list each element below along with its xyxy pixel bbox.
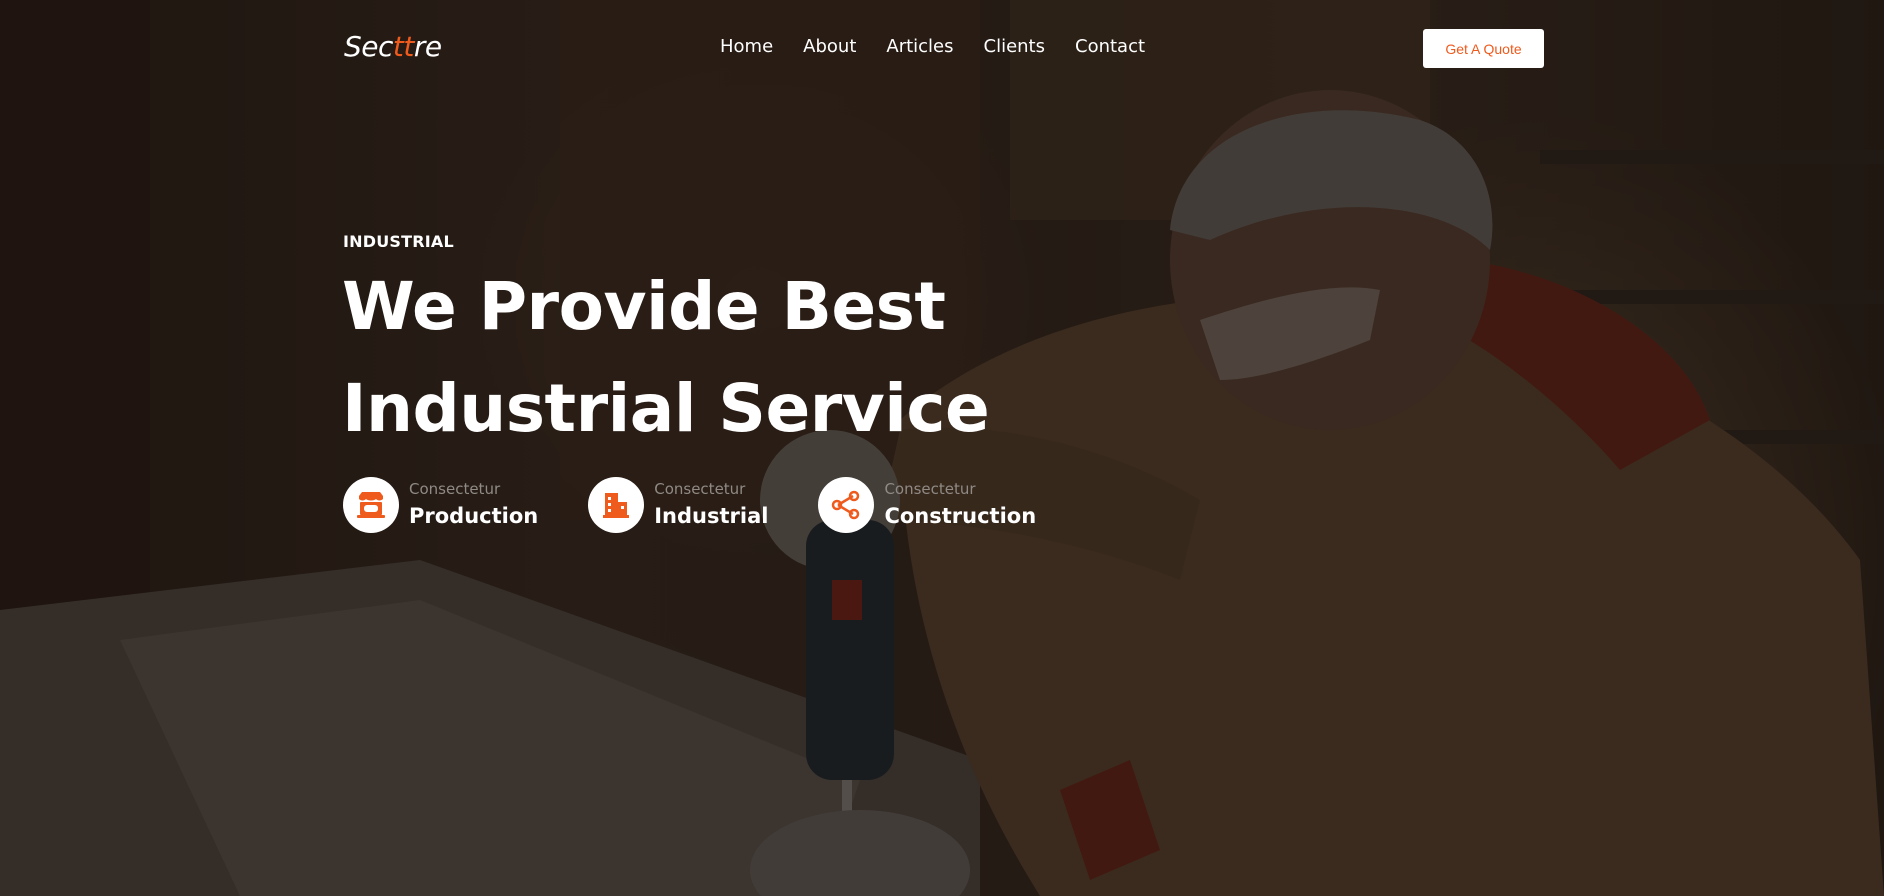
feature-subtitle: Consectetur (409, 479, 501, 498)
feature-list: Consectetur Production Consectetur Indus… (343, 477, 1086, 533)
building-icon (588, 477, 645, 533)
nav-item-contact[interactable]: Contact (1075, 36, 1145, 57)
get-a-quote-button[interactable]: Get A Quote (1423, 29, 1544, 68)
main-nav: Home About Articles Clients Contact (720, 36, 1145, 57)
logo-text-start: Sec (344, 30, 393, 63)
logo-text-accent: tt (392, 30, 414, 63)
hero-headline-line-1: We Provide Best (342, 268, 946, 345)
feature-title: Industrial (654, 503, 769, 528)
site-logo[interactable]: Secttre (344, 30, 442, 63)
feature-item-production: Consectetur Production (343, 477, 538, 533)
hero-headline: We Provide Best Industrial Service (342, 256, 990, 460)
hero-headline-line-2: Industrial Service (342, 370, 990, 447)
share-icon (818, 477, 875, 533)
nav-item-clients[interactable]: Clients (984, 36, 1046, 57)
logo-text-end: re (413, 30, 442, 63)
nav-item-about[interactable]: About (803, 36, 856, 57)
feature-item-industrial: Consectetur Industrial (588, 477, 768, 533)
feature-subtitle: Consectetur (884, 479, 976, 498)
hero-eyebrow: INDUSTRIAL (343, 232, 454, 251)
feature-subtitle: Consectetur (654, 479, 746, 498)
feature-title: Production (409, 503, 539, 528)
storefront-icon (343, 477, 399, 533)
feature-title: Construction (884, 503, 1037, 528)
nav-item-home[interactable]: Home (720, 36, 773, 57)
feature-item-construction: Consectetur Construction (818, 477, 1036, 533)
hero-section: Secttre Home About Articles Clients Cont… (0, 0, 1884, 896)
nav-item-articles[interactable]: Articles (886, 36, 953, 57)
